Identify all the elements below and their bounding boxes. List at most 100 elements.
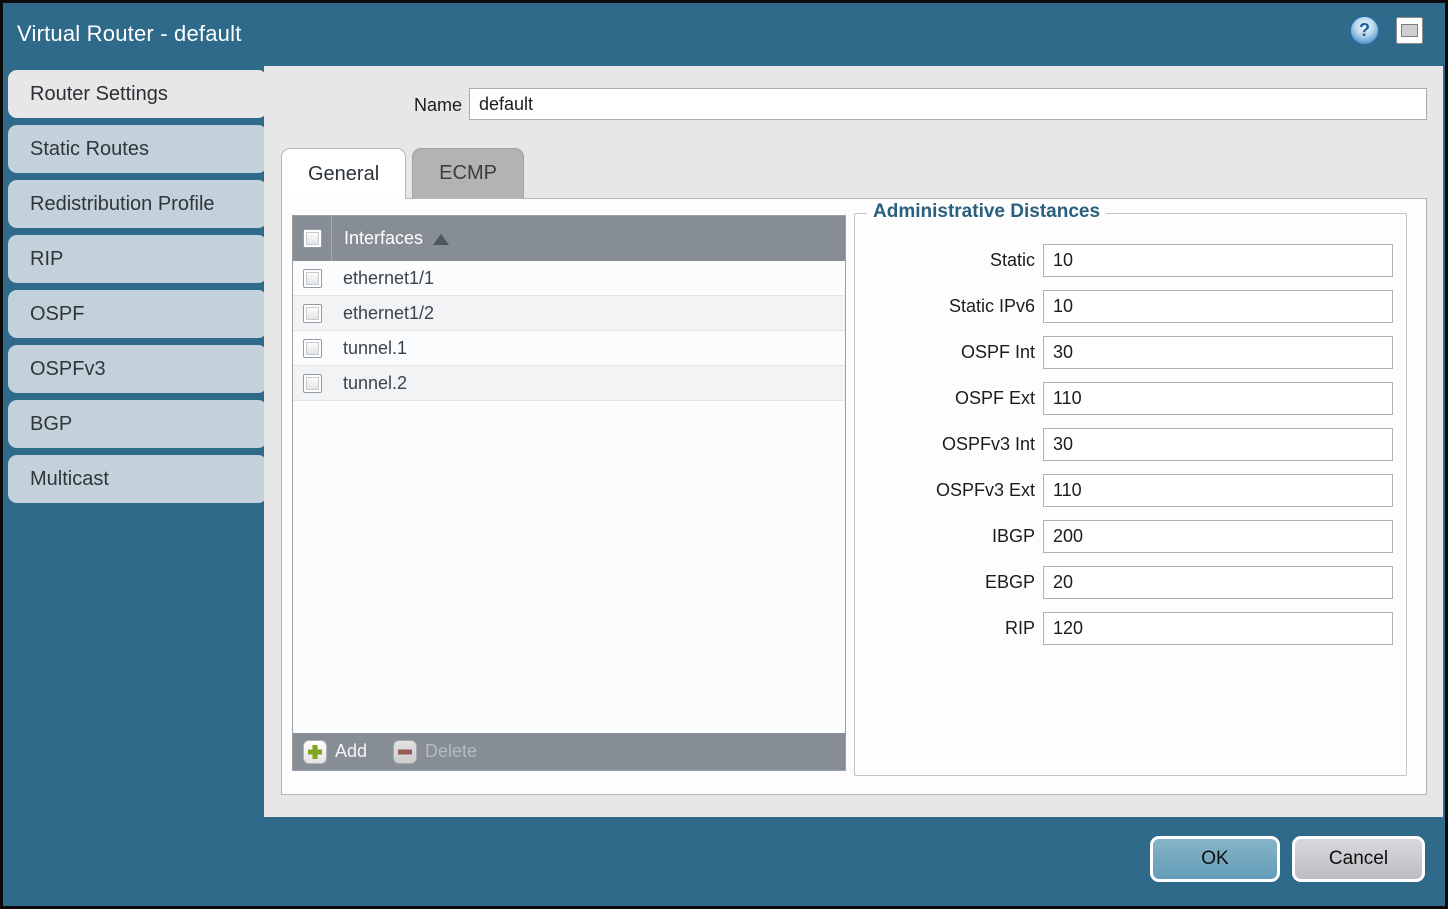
content-area: Name General ECMP Interfaces: [264, 66, 1443, 817]
sidebar-item-router-settings[interactable]: Router Settings: [8, 70, 267, 118]
field-row: OSPF Int: [855, 336, 1406, 369]
field-row: OSPFv3 Ext: [855, 474, 1406, 507]
sidebar: Router Settings Static Routes Redistribu…: [8, 70, 267, 510]
ospf-ext-input[interactable]: [1043, 382, 1393, 415]
interfaces-column-header[interactable]: Interfaces: [331, 216, 845, 261]
field-row: IBGP: [855, 520, 1406, 553]
header-checkbox-cell: [293, 229, 331, 248]
row-checkbox-cell: [293, 304, 331, 323]
help-glyph: ?: [1359, 20, 1370, 41]
field-row: RIP: [855, 612, 1406, 645]
sidebar-item-label: RIP: [30, 248, 63, 271]
tab-strip: General ECMP: [281, 148, 524, 198]
ospfv3-ext-label: OSPFv3 Ext: [855, 480, 1035, 501]
tab-label: General: [308, 163, 379, 186]
field-row: OSPF Ext: [855, 382, 1406, 415]
tab-ecmp[interactable]: ECMP: [412, 148, 524, 198]
interface-name: tunnel.1: [331, 338, 407, 359]
name-input[interactable]: [469, 88, 1427, 120]
table-row[interactable]: ethernet1/2: [293, 296, 845, 331]
field-row: EBGP: [855, 566, 1406, 599]
ospf-int-label: OSPF Int: [855, 342, 1035, 363]
sidebar-item-label: Static Routes: [30, 138, 149, 161]
sidebar-item-label: BGP: [30, 413, 72, 436]
administrative-distances-fieldset: Administrative Distances Static Static I…: [854, 213, 1407, 776]
static-input[interactable]: [1043, 244, 1393, 277]
checkbox-face: [306, 377, 319, 390]
checkbox-face: [306, 342, 319, 355]
static-ipv6-input[interactable]: [1043, 290, 1393, 323]
ospf-ext-label: OSPF Ext: [855, 388, 1035, 409]
ospfv3-int-input[interactable]: [1043, 428, 1393, 461]
sidebar-item-ospfv3[interactable]: OSPFv3: [8, 345, 267, 393]
sidebar-item-bgp[interactable]: BGP: [8, 400, 267, 448]
field-row: Static IPv6: [855, 290, 1406, 323]
tab-label: ECMP: [439, 162, 497, 185]
fieldset-rows: Static Static IPv6 OSPF Int OSPF Ext: [855, 244, 1406, 658]
interface-name: ethernet1/1: [331, 268, 434, 289]
dialog-titlebar: Virtual Router - default ?: [3, 3, 1445, 66]
row-checkbox-cell: [293, 374, 331, 393]
sidebar-item-label: OSPFv3: [30, 358, 106, 381]
fieldset-legend: Administrative Distances: [867, 201, 1106, 223]
sort-ascending-icon: [433, 234, 449, 245]
sidebar-item-static-routes[interactable]: Static Routes: [8, 125, 267, 173]
ospfv3-int-label: OSPFv3 Int: [855, 434, 1035, 455]
dialog-title: Virtual Router - default: [17, 21, 242, 47]
row-checkbox[interactable]: [303, 304, 322, 323]
table-row[interactable]: ethernet1/1: [293, 261, 845, 296]
ebgp-label: EBGP: [855, 572, 1035, 593]
name-label: Name: [264, 95, 462, 116]
checkbox-face: [306, 232, 319, 245]
ospf-int-input[interactable]: [1043, 336, 1393, 369]
delete-button[interactable]: Delete: [393, 740, 477, 764]
cancel-button[interactable]: Cancel: [1292, 836, 1425, 882]
checkbox-face: [306, 307, 319, 320]
ospfv3-ext-input[interactable]: [1043, 474, 1393, 507]
help-icon[interactable]: ?: [1350, 16, 1379, 45]
field-row: Static: [855, 244, 1406, 277]
sidebar-item-label: OSPF: [30, 303, 84, 326]
sidebar-item-label: Redistribution Profile: [30, 193, 215, 216]
general-tab-panel: Interfaces ethernet1/1: [281, 198, 1427, 795]
field-row: OSPFv3 Int: [855, 428, 1406, 461]
maximize-icon-glyph: [1401, 24, 1418, 37]
rip-label: RIP: [855, 618, 1035, 639]
column-header-label: Interfaces: [344, 228, 423, 249]
interface-name: ethernet1/2: [331, 303, 434, 324]
sidebar-item-rip[interactable]: RIP: [8, 235, 267, 283]
sidebar-item-ospf[interactable]: OSPF: [8, 290, 267, 338]
maximize-icon[interactable]: [1396, 17, 1423, 44]
checkbox-face: [306, 272, 319, 285]
tab-general[interactable]: General: [281, 148, 406, 199]
table-row[interactable]: tunnel.1: [293, 331, 845, 366]
row-checkbox[interactable]: [303, 269, 322, 288]
ibgp-label: IBGP: [855, 526, 1035, 547]
sidebar-item-redistribution-profile[interactable]: Redistribution Profile: [8, 180, 267, 228]
add-plus-icon: [303, 740, 327, 764]
row-checkbox[interactable]: [303, 339, 322, 358]
ibgp-input[interactable]: [1043, 520, 1393, 553]
static-ipv6-label: Static IPv6: [855, 296, 1035, 317]
interfaces-table-body: ethernet1/1 ethernet1/2 tunnel.1: [293, 261, 845, 733]
interfaces-table-header[interactable]: Interfaces: [293, 216, 845, 261]
ebgp-input[interactable]: [1043, 566, 1393, 599]
select-all-checkbox[interactable]: [303, 229, 322, 248]
sidebar-item-label: Router Settings: [30, 83, 168, 106]
add-button-label: Add: [335, 741, 367, 762]
interfaces-table-footer: Add Delete: [293, 733, 845, 770]
table-row[interactable]: tunnel.2: [293, 366, 845, 401]
sidebar-item-label: Multicast: [30, 468, 109, 491]
rip-input[interactable]: [1043, 612, 1393, 645]
add-button[interactable]: Add: [303, 740, 367, 764]
virtual-router-dialog: Virtual Router - default ? Router Settin…: [0, 0, 1448, 909]
row-checkbox-cell: [293, 269, 331, 288]
delete-minus-icon: [393, 740, 417, 764]
static-label: Static: [855, 250, 1035, 271]
row-checkbox[interactable]: [303, 374, 322, 393]
delete-button-label: Delete: [425, 741, 477, 762]
ok-button[interactable]: OK: [1150, 836, 1280, 882]
interface-name: tunnel.2: [331, 373, 407, 394]
sidebar-item-multicast[interactable]: Multicast: [8, 455, 267, 503]
row-checkbox-cell: [293, 339, 331, 358]
